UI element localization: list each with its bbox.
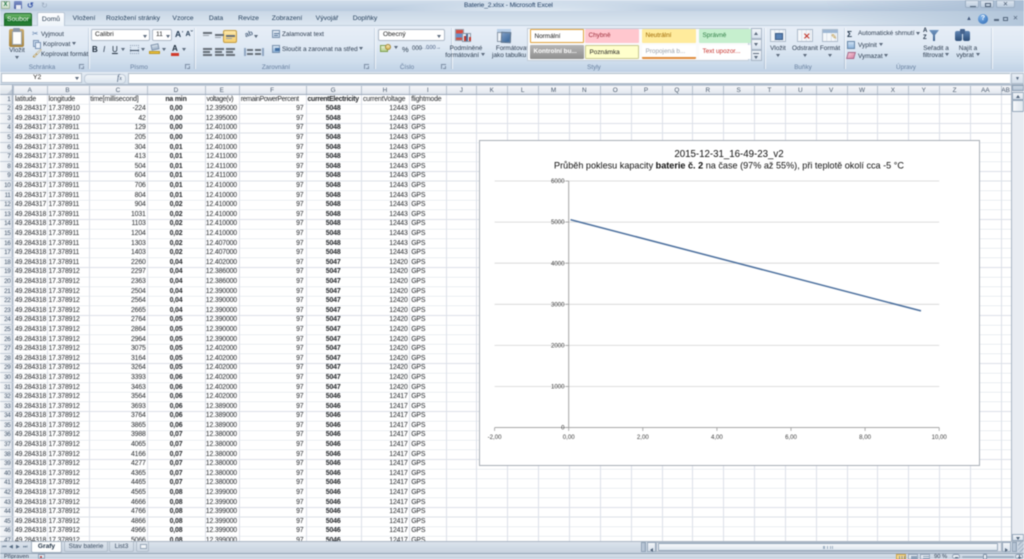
svg-text:2015-12-31_16-49-23_v2: 2015-12-31_16-49-23_v2	[674, 149, 783, 160]
svg-text:2000: 2000	[551, 342, 565, 349]
svg-text:5000: 5000	[551, 219, 565, 226]
svg-text:-2,00: -2,00	[488, 434, 503, 441]
svg-text:6,00: 6,00	[785, 434, 797, 441]
svg-text:3000: 3000	[551, 301, 565, 308]
svg-text:4,00: 4,00	[711, 434, 723, 441]
svg-text:0,00: 0,00	[563, 434, 575, 441]
svg-text:10,00: 10,00	[932, 434, 948, 441]
svg-text:2,00: 2,00	[637, 434, 649, 441]
svg-text:Průběh poklesu kapacity bateri: Průběh poklesu kapacity baterie č. 2 na …	[554, 160, 904, 170]
svg-text:1000: 1000	[551, 383, 565, 390]
svg-text:4000: 4000	[551, 260, 565, 267]
svg-text:6000: 6000	[551, 178, 565, 185]
svg-text:8,00: 8,00	[859, 434, 871, 441]
